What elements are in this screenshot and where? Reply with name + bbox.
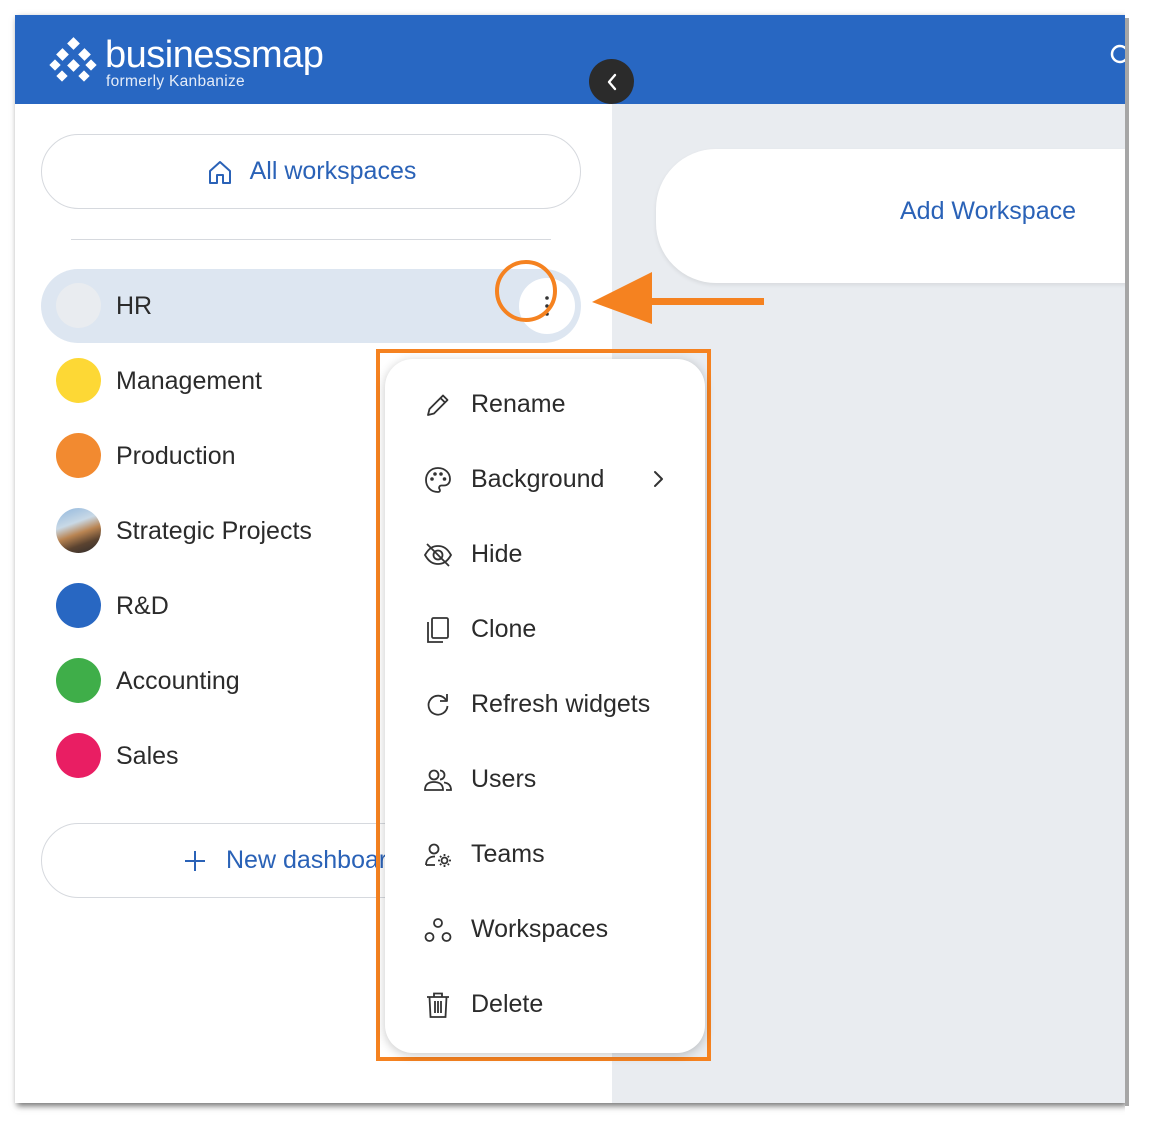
arrow-annotation-icon: [592, 272, 764, 324]
brand-name: businessmap: [105, 34, 324, 76]
workspace-label: R&D: [116, 591, 169, 620]
menu-item-clone[interactable]: Clone: [385, 594, 705, 664]
menu-item-label: Users: [471, 764, 537, 793]
menu-item-teams[interactable]: Teams: [385, 819, 705, 889]
workspace-label: Accounting: [116, 666, 240, 695]
page-margin-right: [1125, 0, 1152, 1130]
workspace-label: Strategic Projects: [116, 516, 312, 545]
search-icon[interactable]: [1109, 43, 1125, 65]
menu-item-hide[interactable]: Hide: [385, 519, 705, 589]
menu-item-label: Workspaces: [471, 914, 609, 943]
workspace-label: Management: [116, 366, 262, 395]
menu-item-background[interactable]: Background: [385, 444, 705, 514]
menu-item-delete[interactable]: Delete: [385, 969, 705, 1039]
menu-item-workspaces[interactable]: Workspaces: [385, 894, 705, 964]
home-icon: [208, 160, 231, 184]
users-icon: [424, 769, 452, 791]
kebab-highlight-annotation: [495, 260, 557, 322]
menu-item-label: Refresh widgets: [471, 689, 651, 718]
workspace-color-dot: [56, 733, 101, 778]
workspace-color-dot: [56, 433, 101, 478]
menu-item-label: Hide: [471, 539, 523, 568]
menu-item-rename[interactable]: Rename: [385, 369, 705, 439]
top-header: businessmap formerly Kanbanize: [15, 15, 1125, 104]
frame-shadow-edge: [1125, 18, 1129, 1106]
brand-subtitle: formerly Kanbanize: [106, 73, 245, 90]
teams-icon: [425, 843, 451, 867]
workspace-image-thumbnail: [56, 508, 101, 553]
workspace-color-dot: [56, 583, 101, 628]
all-workspaces-label: All workspaces: [249, 157, 417, 185]
workspace-label: Sales: [116, 741, 179, 770]
workspace-context-menu: Rename Background Hide Clone Refresh wid: [385, 359, 705, 1053]
workspaces-icon: [424, 918, 452, 942]
trash-icon: [427, 992, 449, 1018]
chevron-left-icon: [607, 73, 616, 90]
menu-item-label: Rename: [471, 389, 566, 418]
copy-icon: [427, 617, 449, 643]
eye-off-icon: [423, 543, 453, 567]
workspace-color-dot: [56, 658, 101, 703]
pencil-icon: [427, 394, 449, 416]
collapse-sidebar-button[interactable]: [589, 59, 634, 104]
sidebar-divider: [71, 239, 551, 240]
menu-item-label: Teams: [471, 839, 545, 868]
add-workspace-button[interactable]: Add Workspace: [656, 149, 1136, 283]
menu-item-label: Clone: [471, 614, 537, 643]
new-dashboard-label: New dashboard: [226, 846, 402, 874]
menu-item-refresh-widgets[interactable]: Refresh widgets: [385, 669, 705, 739]
businessmap-logo-icon: [49, 37, 97, 82]
workspace-label: HR: [116, 291, 153, 320]
menu-item-label: Delete: [471, 989, 544, 1018]
refresh-icon: [427, 694, 449, 716]
menu-item-label: Background: [471, 464, 605, 493]
chevron-right-icon: [654, 471, 663, 487]
menu-item-users[interactable]: Users: [385, 744, 705, 814]
workspace-label: Production: [116, 441, 236, 470]
add-workspace-label: Add Workspace: [900, 197, 1077, 225]
workspace-color-dot: [56, 283, 101, 328]
all-workspaces-button[interactable]: All workspaces: [41, 134, 581, 209]
plus-icon: [185, 850, 205, 871]
workspace-color-dot: [56, 358, 101, 403]
palette-icon: [425, 467, 451, 493]
